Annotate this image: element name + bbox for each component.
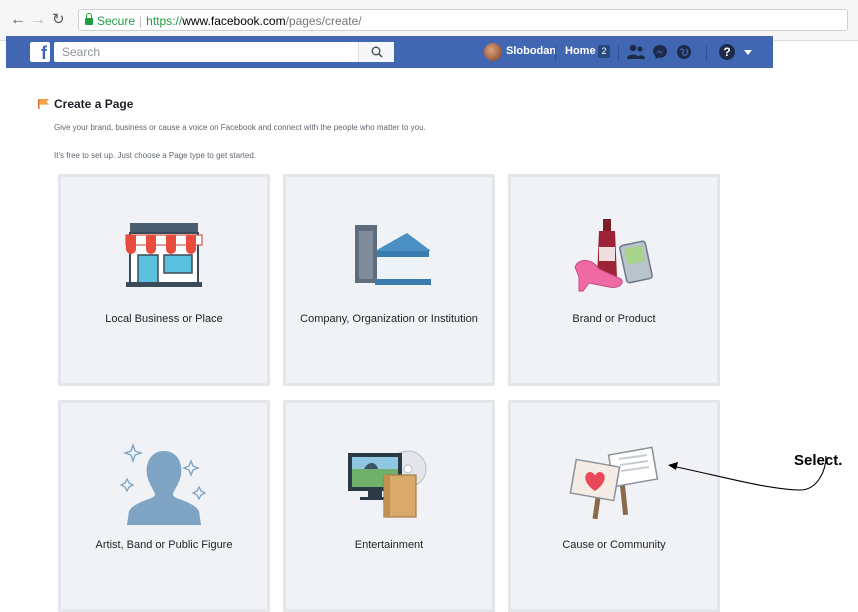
category-card-entertainment[interactable]: Entertainment: [283, 400, 495, 612]
lock-icon: [85, 13, 93, 25]
category-label: Company, Organization or Institution: [300, 313, 478, 325]
category-label: Brand or Product: [572, 313, 656, 325]
home-link[interactable]: Home: [565, 45, 596, 57]
facebook-logo[interactable]: f: [30, 42, 50, 62]
home-badge: 2: [598, 45, 610, 58]
protest-signs-icon: [569, 446, 659, 520]
products-icon: [574, 219, 653, 292]
storefront-icon: [125, 223, 203, 287]
category-label: Local Business or Place: [105, 313, 223, 325]
chevron-down-icon[interactable]: [744, 50, 752, 55]
page-description: Give your brand, business or cause a voi…: [54, 123, 426, 132]
category-card-artist[interactable]: Artist, Band or Public Figure: [58, 400, 270, 612]
address-bar[interactable]: Secure | https://www.facebook.com/pages/cr…: [78, 9, 848, 31]
secure-label: Secure: [97, 14, 136, 28]
person-silhouette-icon: [119, 442, 207, 525]
search-input[interactable]: [54, 42, 394, 62]
avatar: [484, 43, 502, 61]
building-icon: [355, 225, 431, 285]
divider: [555, 46, 556, 60]
forward-arrow-icon[interactable]: →: [30, 10, 46, 30]
category-label: Cause or Community: [562, 539, 666, 551]
category-card-brand[interactable]: Brand or Product: [508, 174, 720, 386]
search-icon: [371, 46, 383, 58]
tv-disc-icon: [348, 450, 427, 518]
notifications-globe-icon[interactable]: [676, 44, 692, 60]
browser-toolbar: ← → ↻ Secure | https://www.facebook.com/pa…: [0, 0, 858, 41]
category-card-cause[interactable]: Cause or Community: [508, 400, 720, 612]
reload-icon[interactable]: ↻: [52, 10, 65, 30]
divider: [706, 46, 707, 60]
address-divider: |: [139, 14, 143, 28]
page-subdescription: It's free to set up. Just choose a Page …: [54, 151, 257, 160]
url-host: www.facebook.com: [182, 14, 286, 28]
page-title: Create a Page: [54, 97, 134, 111]
flag-icon: [38, 99, 49, 109]
category-label: Entertainment: [354, 539, 424, 551]
facebook-top-bar: f Slobodan Home 2 ?: [6, 36, 773, 68]
category-card-company[interactable]: Company, Organization or Institution: [283, 174, 495, 386]
help-icon[interactable]: ?: [719, 44, 735, 60]
divider: [618, 46, 619, 60]
friend-requests-icon[interactable]: [626, 44, 646, 60]
category-card-local-business[interactable]: Local Business or Place: [58, 174, 270, 386]
back-arrow-icon[interactable]: ←: [10, 10, 26, 30]
callout-arrow-icon: [668, 456, 827, 491]
profile-name: Slobodan: [506, 45, 557, 57]
search-button[interactable]: [358, 42, 394, 62]
category-label: Artist, Band or Public Figure: [95, 539, 233, 551]
url-scheme: https://: [146, 14, 183, 28]
messenger-icon[interactable]: [652, 44, 668, 60]
url-path: /pages/create/: [285, 14, 362, 28]
